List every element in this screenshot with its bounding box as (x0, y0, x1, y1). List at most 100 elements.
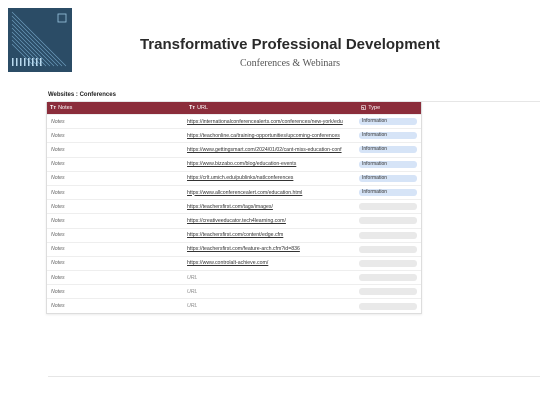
url-placeholder[interactable]: URL (187, 275, 197, 281)
notes-cell[interactable]: Notes (47, 119, 186, 125)
url-cell: https://www.allconferencealert.com/educa… (186, 190, 358, 196)
table-row[interactable]: Notes URL (47, 270, 421, 284)
url-cell: https://crlt.umich.edu/publinks/natlconf… (186, 175, 358, 181)
type-tag[interactable]: Information (359, 174, 417, 182)
type-cell: Information (358, 174, 421, 182)
notes-cell[interactable]: Notes (47, 175, 186, 181)
url-cell: URL (186, 303, 358, 309)
table-row[interactable]: Notes https://teachersfirst.com/feature-a… (47, 241, 421, 256)
url-link[interactable]: https://creativeeducator.tech4learning.c… (187, 218, 286, 224)
url-link[interactable]: https://teachersfirst.com/tags/images/ (187, 204, 273, 210)
text-type-icon: Tт (50, 105, 57, 111)
type-tag[interactable]: Information (359, 160, 417, 168)
url-cell: https://teachonline.ca/training-opportun… (186, 133, 358, 139)
page-title: Transformative Professional Development (139, 36, 441, 53)
type-tag[interactable]: Information (359, 146, 417, 154)
table-row[interactable]: Notes https://teachonline.ca/training-opp… (47, 128, 421, 142)
url-link[interactable]: https://internationalconferencealerts.co… (187, 119, 343, 125)
section-label: Websites : Conferences (48, 92, 116, 98)
select-type-icon: ◱ (361, 105, 367, 111)
type-tag[interactable] (359, 274, 417, 282)
table-row[interactable]: Notes https://www.allconferencealert.com/… (47, 184, 421, 199)
table-header: Tт Notes Tт URL ◱ Type (47, 102, 421, 114)
column-label: Notes (58, 105, 73, 111)
notes-cell[interactable]: Notes (47, 303, 186, 309)
url-cell: https://teachersfirst.com/content/edge.c… (186, 232, 358, 238)
notes-cell[interactable]: Notes (47, 275, 186, 281)
url-link[interactable]: https://teachersfirst.com/feature-arch.c… (187, 246, 300, 252)
table-row[interactable]: Notes URL (47, 298, 421, 312)
text-type-icon: Tт (189, 105, 196, 111)
type-cell: Information (358, 118, 421, 126)
type-cell (358, 302, 421, 310)
type-cell (358, 288, 421, 296)
column-header-url[interactable]: Tт URL (186, 105, 358, 111)
table-row[interactable]: Notes https://www.controlalt-achieve.com/ (47, 255, 421, 270)
type-cell: Information (358, 189, 421, 197)
url-link[interactable]: https://crlt.umich.edu/publinks/natlconf… (187, 175, 293, 181)
type-tag[interactable] (359, 259, 417, 267)
url-cell: https://www.controlalt-achieve.com/ (186, 260, 358, 266)
table-row[interactable]: Notes https://creativeeducator.tech4learn… (47, 213, 421, 227)
notes-cell[interactable]: Notes (47, 190, 186, 196)
url-cell: URL (186, 275, 358, 281)
type-tag[interactable]: Information (359, 189, 417, 197)
url-cell: https://creativeeducator.tech4learning.c… (186, 218, 358, 224)
notes-cell[interactable]: Notes (47, 147, 186, 153)
column-header-type[interactable]: ◱ Type (358, 105, 421, 111)
url-cell: https://www.gettingsmart.com/2024/01/02/… (186, 147, 358, 153)
notes-cell[interactable]: Notes (47, 204, 186, 210)
table-row[interactable]: Notes https://teachersfirst.com/tags/imag… (47, 199, 421, 213)
type-cell (358, 231, 421, 239)
table-body: Notes https://internationalconferencealer… (47, 114, 421, 313)
notes-cell[interactable]: Notes (47, 218, 186, 224)
notes-cell[interactable]: Notes (47, 133, 186, 139)
type-cell (358, 217, 421, 225)
type-cell (358, 274, 421, 282)
url-cell: https://teachersfirst.com/feature-arch.c… (186, 246, 358, 252)
type-tag[interactable]: Information (359, 118, 417, 126)
table-row[interactable]: Notes https://teachersfirst.com/content/e… (47, 227, 421, 242)
table-row[interactable]: Notes https://www.bizzabo.com/blog/educat… (47, 156, 421, 171)
url-link[interactable]: https://www.allconferencealert.com/educa… (187, 190, 302, 196)
notes-cell[interactable]: Notes (47, 232, 186, 238)
type-cell: Information (358, 146, 421, 154)
type-cell (358, 259, 421, 267)
notes-cell[interactable]: Notes (47, 260, 186, 266)
type-tag[interactable] (359, 217, 417, 225)
type-tag[interactable] (359, 245, 417, 253)
url-link[interactable]: https://teachonline.ca/training-opportun… (187, 133, 340, 139)
type-cell: Information (358, 160, 421, 168)
type-cell (358, 245, 421, 253)
url-placeholder[interactable]: URL (187, 303, 197, 309)
page-subtitle: Conferences & Webinars (239, 58, 341, 69)
table-row[interactable]: Notes URL (47, 284, 421, 298)
url-link[interactable]: https://teachersfirst.com/content/edge.c… (187, 232, 283, 238)
column-header-notes[interactable]: Tт Notes (47, 105, 186, 111)
url-link[interactable]: https://www.controlalt-achieve.com/ (187, 260, 268, 266)
divider (48, 376, 540, 377)
url-cell: https://teachersfirst.com/tags/images/ (186, 204, 358, 210)
url-link[interactable]: https://www.gettingsmart.com/2024/01/02/… (187, 147, 342, 153)
type-tag[interactable]: Information (359, 132, 417, 140)
notes-cell[interactable]: Notes (47, 161, 186, 167)
table-row[interactable]: Notes https://internationalconferencealer… (47, 114, 421, 128)
url-cell: https://www.bizzabo.com/blog/education-e… (186, 161, 358, 167)
notes-cell[interactable]: Notes (47, 246, 186, 252)
type-tag[interactable] (359, 203, 417, 211)
url-cell: https://internationalconferencealerts.co… (186, 119, 358, 125)
type-tag[interactable] (359, 302, 417, 310)
column-label: Type (368, 105, 381, 111)
table-row[interactable]: Notes https://crlt.umich.edu/publinks/nat… (47, 170, 421, 185)
type-cell (358, 203, 421, 211)
url-link[interactable]: https://www.bizzabo.com/blog/education-e… (187, 161, 296, 167)
column-label: URL (197, 105, 209, 111)
url-placeholder[interactable]: URL (187, 289, 197, 295)
type-tag[interactable] (359, 231, 417, 239)
type-tag[interactable] (359, 288, 417, 296)
url-cell: URL (186, 289, 358, 295)
notes-cell[interactable]: Notes (47, 289, 186, 295)
conferences-table: Tт Notes Tт URL ◱ Type Notes https://inte… (46, 102, 422, 314)
table-row[interactable]: Notes https://www.gettingsmart.com/2024/0… (47, 142, 421, 156)
type-cell: Information (358, 132, 421, 140)
